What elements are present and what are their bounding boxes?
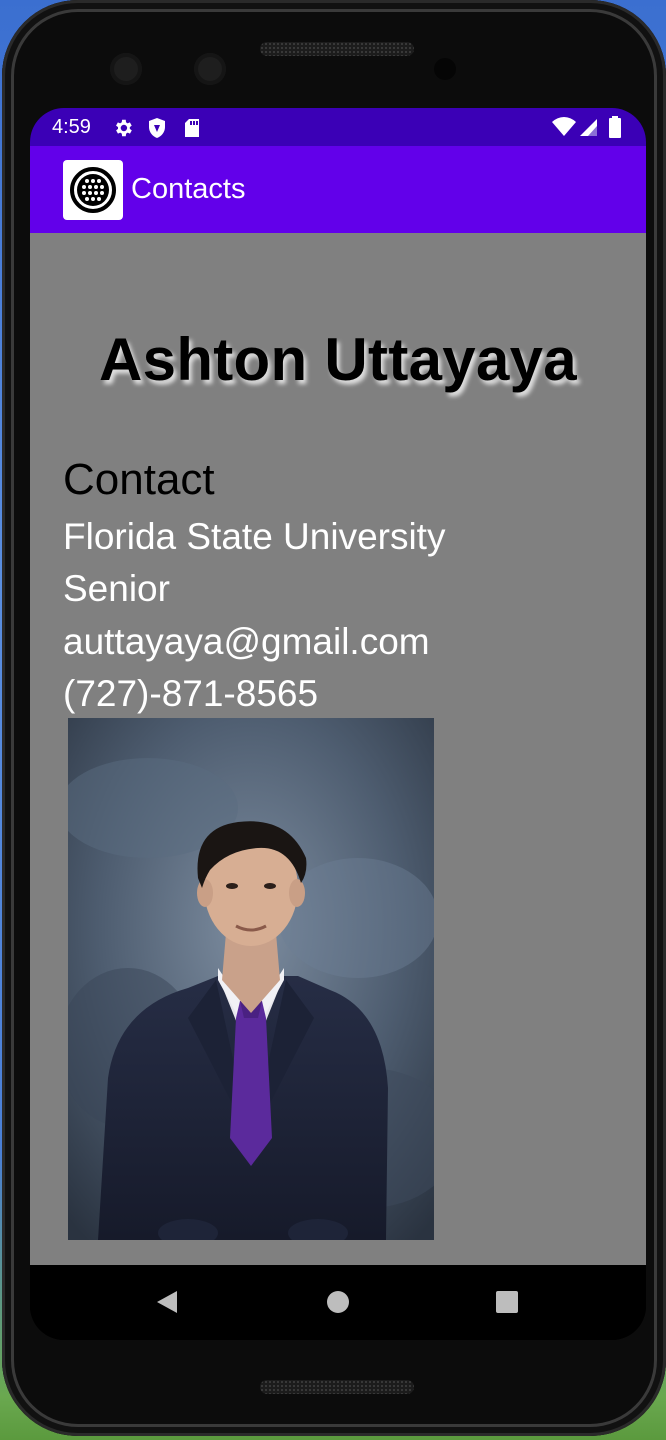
home-icon[interactable] <box>327 1291 349 1313</box>
signal-icon <box>578 118 598 142</box>
contact-school: Florida State University <box>63 516 446 557</box>
app-bar: Contacts <box>30 146 646 233</box>
battery-icon <box>608 116 622 143</box>
bottom-speaker <box>260 1380 414 1394</box>
proximity-sensor <box>434 58 456 80</box>
contact-section-heading: Contact <box>63 455 215 504</box>
shield-icon <box>147 117 167 144</box>
settings-icon <box>112 117 134 144</box>
recents-icon[interactable] <box>496 1291 518 1313</box>
contact-photo <box>68 718 434 1240</box>
sd-card-icon <box>183 117 201 144</box>
earpiece-speaker <box>260 42 414 56</box>
phone-frame: 4:59 Contacts Ashton Uttayaya Contact Fl… <box>2 0 666 1436</box>
wifi-icon <box>551 117 577 142</box>
front-camera <box>110 53 142 85</box>
app-title: Contacts <box>131 173 246 205</box>
back-icon[interactable] <box>156 1290 178 1319</box>
navigation-bar <box>30 1265 646 1340</box>
screen: 4:59 Contacts Ashton Uttayaya Contact Fl… <box>30 108 646 1340</box>
contact-email[interactable]: auttayaya@gmail.com <box>63 621 430 663</box>
status-bar: 4:59 <box>30 108 646 146</box>
status-time: 4:59 <box>52 116 91 138</box>
contact-year: Senior <box>63 568 170 609</box>
contact-phone[interactable]: (727)-871-8565 <box>63 673 318 715</box>
contacts-logo-icon <box>63 160 123 220</box>
front-sensor <box>194 53 226 85</box>
contact-card: Ashton Uttayaya Contact Florida State Un… <box>30 233 646 1265</box>
contact-name: Ashton Uttayaya <box>99 326 577 393</box>
